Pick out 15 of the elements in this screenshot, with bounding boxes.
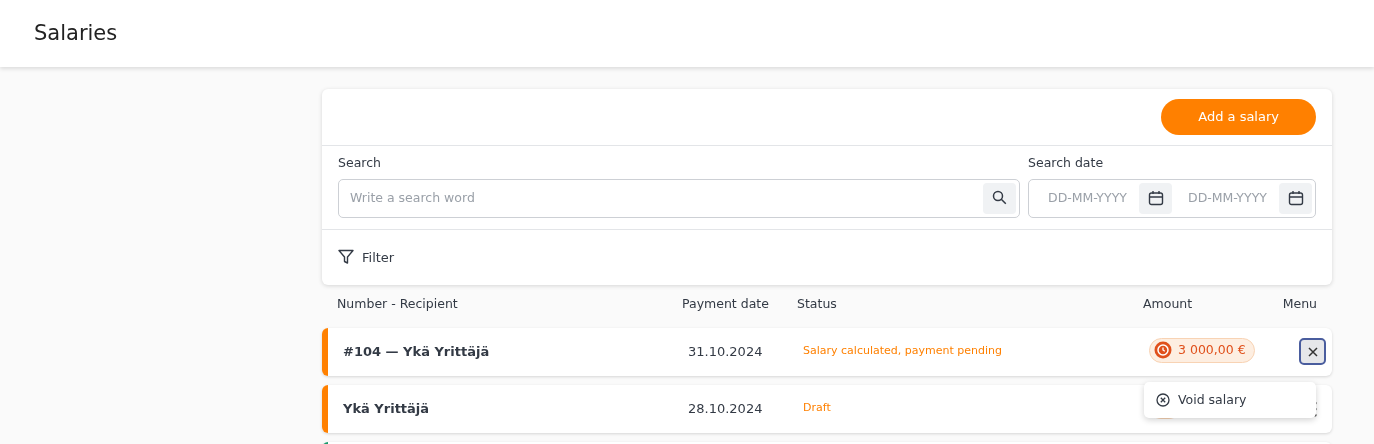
search-label: Search (338, 154, 382, 172)
date-label: Search date (1028, 154, 1105, 172)
amount-badge: 3 000,00 € (1149, 338, 1255, 363)
column-header: Menu (1281, 294, 1317, 313)
column-header: Amount (1143, 294, 1194, 313)
recipient-cell-text: #104 — Ykä Yrittäjä (343, 342, 491, 361)
recipient-cell-text: Ykä Yrittäjä (343, 399, 431, 418)
status-text: Salary calculated, payment pending (803, 343, 1003, 360)
status-text: Draft (803, 400, 832, 417)
column-header: Payment date (682, 294, 770, 313)
column-header: Number - Recipient (337, 294, 459, 313)
date-cell-text: 28.10.2024 (688, 399, 764, 418)
page-title: Salaries (34, 20, 118, 47)
column-header: Status (797, 294, 838, 313)
date-cell-text: 31.10.2024 (688, 342, 764, 361)
